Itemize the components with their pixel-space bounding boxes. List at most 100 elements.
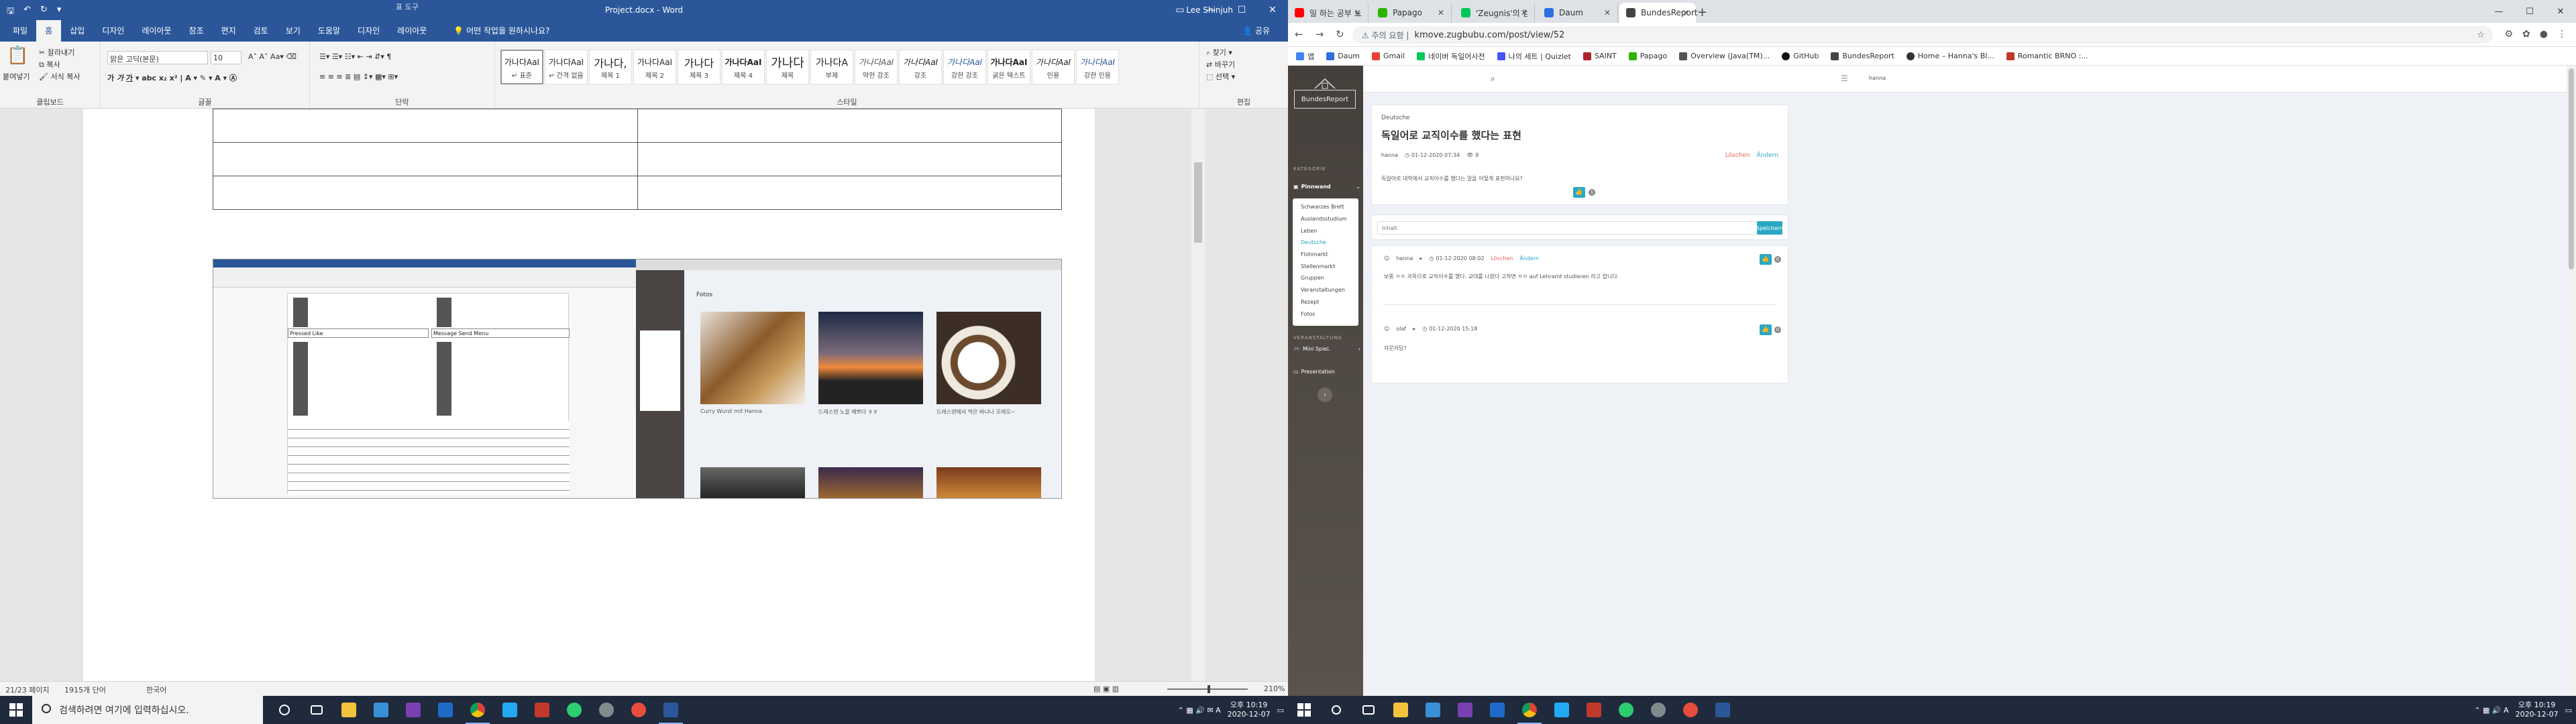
style-item[interactable]: 가나다, 제목 1 — [589, 50, 632, 84]
file-explorer-icon[interactable] — [1385, 696, 1417, 724]
extension-icon[interactable]: ✿ — [2522, 29, 2530, 40]
browser-tab[interactable]: Daum ✕ — [1538, 3, 1618, 23]
like-button[interactable]: 👍 — [1760, 324, 1772, 335]
back-icon[interactable]: ← — [1295, 28, 1303, 40]
clock[interactable]: 오후 10:19 2020-12-07 — [2516, 701, 2559, 719]
maximize-icon[interactable]: ☐ — [1226, 0, 1257, 20]
tray-icons[interactable]: ⌃ ▦ 🔊 ✉ A — [1178, 706, 1221, 715]
document-area[interactable]: Pressed Like Message Send Menu Fotos Cur… — [0, 109, 1191, 681]
align-icons[interactable]: ≡ ≡ ≡ ≣ ▤ ↕▾ ▦▾ ⊞▾ — [319, 72, 398, 81]
style-item[interactable]: 가나다AaI 강한 강조 — [943, 50, 986, 84]
bold-icon[interactable]: 가 가 가 ▾ abc x₂ x² | A ▾ ✎ ▾ A ▾ Ⓐ — [107, 72, 237, 83]
style-item[interactable]: 가나다AaI 강한 인용 — [1076, 50, 1119, 84]
app-icon[interactable] — [590, 696, 623, 724]
bookmark-item[interactable]: 앱 — [1296, 51, 1314, 62]
style-item[interactable]: 가나다AaI 인용 — [1032, 50, 1075, 84]
style-item[interactable]: 가나다 제목 3 — [678, 50, 720, 84]
menu-icon[interactable]: ⋮ — [2557, 29, 2567, 40]
bookmark-item[interactable]: 나의 세트 | Quizlet — [1497, 51, 1571, 62]
bookmark-item[interactable]: 네이버 독일어사전 — [1417, 51, 1485, 62]
tab-insert[interactable]: 삽입 — [61, 20, 93, 42]
bookmark-star-icon[interactable]: ☆ — [2477, 30, 2485, 40]
word-icon[interactable] — [1707, 696, 1739, 724]
copy-button[interactable]: ⧉ 복사 — [39, 59, 60, 70]
tell-me-search[interactable]: 💡 어떤 작업을 원하시나요? — [445, 20, 558, 42]
table-cell[interactable] — [213, 142, 638, 176]
tab-home[interactable]: 홈 — [36, 20, 62, 42]
cut-button[interactable]: ✂ 잘라내기 — [39, 47, 74, 58]
file-explorer-icon[interactable] — [333, 696, 365, 724]
close-icon[interactable]: ✕ — [2545, 0, 2576, 23]
browser-tab[interactable]: 일 하는 공부 노래 모음✕ — [1288, 3, 1368, 23]
presentation-link[interactable]: ▭ Presentation — [1293, 369, 1335, 375]
comment-input[interactable]: Inhalt — [1377, 221, 1774, 235]
address-bar[interactable]: ⚠ 주의 요함 | kmove.zugbubu.com/post/view/52… — [1352, 26, 2493, 44]
app-icon[interactable] — [1642, 696, 1674, 724]
onenote-icon[interactable] — [1449, 696, 1481, 724]
menu-item[interactable]: Stellenmarkt — [1293, 260, 1358, 272]
menu-item[interactable]: Leben — [1293, 225, 1358, 237]
scrollbar-thumb[interactable] — [1194, 162, 1202, 243]
forward-icon[interactable]: → — [1316, 28, 1324, 40]
like-button[interactable]: 👍 — [1760, 254, 1772, 265]
tab-table-design[interactable]: 디자인 — [349, 20, 388, 42]
tab-table-layout[interactable]: 레이아웃 — [388, 20, 435, 42]
tab-mailings[interactable]: 편지 — [213, 20, 245, 42]
word-count[interactable]: 1915개 단어 — [64, 684, 106, 695]
user-name[interactable]: hanna — [1869, 75, 1886, 81]
style-item[interactable]: 가나다 제목 — [766, 50, 809, 84]
taskbar-search-box[interactable]: 검색하려면 여기에 입력하십시오. — [32, 696, 263, 724]
tab-close-icon[interactable]: ✕ — [1354, 8, 1361, 17]
save-comment-button[interactable]: Speichern — [1756, 221, 1783, 235]
app-icon[interactable] — [1610, 696, 1642, 724]
document-table[interactable] — [213, 109, 1062, 210]
pinnwand-toggle[interactable]: ▣ Pinnwand ⌄ — [1293, 184, 1360, 190]
minimize-icon[interactable]: — — [2483, 0, 2514, 23]
style-item[interactable]: 가나다AaI 제목 4 — [722, 50, 765, 84]
zoom-slider-thumb[interactable] — [1208, 685, 1210, 693]
close-icon[interactable]: ✕ — [1257, 0, 1288, 20]
maximize-icon[interactable]: ☐ — [2514, 0, 2545, 23]
new-tab-icon[interactable]: + — [1697, 5, 1707, 19]
photos-icon[interactable] — [365, 696, 397, 724]
share-button[interactable]: 👤 공유 — [1234, 20, 1279, 42]
menu-item[interactable]: Flohmarkt — [1293, 249, 1358, 261]
start-button[interactable] — [0, 696, 32, 724]
bookmark-item[interactable]: SAINT — [1582, 52, 1617, 60]
table-cell[interactable] — [637, 109, 1062, 143]
tab-close-icon[interactable]: ✕ — [1682, 8, 1689, 17]
menu-item[interactable]: Auslandsstudium — [1293, 213, 1358, 225]
bullets-icon[interactable]: ☰▾ ☰▾ ☷▾ ⇤ ⇥ ⇵▾ ¶ — [319, 52, 391, 61]
app-icon[interactable] — [623, 696, 655, 724]
vertical-scrollbar[interactable] — [1191, 109, 1205, 681]
word-icon[interactable] — [655, 696, 687, 724]
language-indicator[interactable]: 한국어 — [146, 684, 166, 695]
bookmark-item[interactable]: Papago — [1628, 52, 1667, 60]
menu-item-active[interactable]: Deutsche — [1293, 237, 1358, 249]
edit-comment-link[interactable]: Ändern — [1519, 255, 1539, 261]
browser-tab[interactable]: Papago ✕ — [1371, 3, 1452, 23]
find-button[interactable]: ⌕ 찾기 ▾ — [1206, 47, 1232, 58]
onenote-icon[interactable] — [397, 696, 429, 724]
task-view-icon[interactable] — [301, 696, 333, 724]
mini-spiel-link[interactable]: 🎮 Mini Spiel. › — [1293, 346, 1360, 352]
bookmark-item[interactable]: Daum — [1326, 52, 1360, 60]
delete-comment-link[interactable]: Löschen — [1491, 255, 1513, 261]
virtualbox-icon[interactable] — [1481, 696, 1513, 724]
vscode-icon[interactable] — [494, 696, 526, 724]
embedded-screenshot-image[interactable]: Pressed Like Message Send Menu Fotos Cur… — [213, 259, 1062, 499]
style-item[interactable]: 가나다AaI ↵ 표준 — [500, 50, 543, 84]
app-icon[interactable] — [1578, 696, 1610, 724]
tab-design[interactable]: 디자인 — [93, 20, 133, 42]
style-item[interactable]: 가나다AaI 제목 2 — [633, 50, 676, 84]
zoom-level[interactable]: 210% — [1264, 684, 1285, 693]
select-button[interactable]: ⬚ 선택 ▾ — [1206, 71, 1235, 82]
menu-item[interactable]: Fotos — [1293, 308, 1358, 320]
task-view-icon[interactable] — [1352, 696, 1385, 724]
table-cell[interactable] — [213, 176, 638, 210]
bookmark-item[interactable]: Gmail — [1372, 52, 1405, 60]
chrome-icon[interactable] — [462, 696, 494, 724]
delete-post-link[interactable]: Löschen — [1725, 152, 1750, 159]
post-category[interactable]: Deutsche — [1381, 115, 1410, 121]
photos-icon[interactable] — [1417, 696, 1449, 724]
